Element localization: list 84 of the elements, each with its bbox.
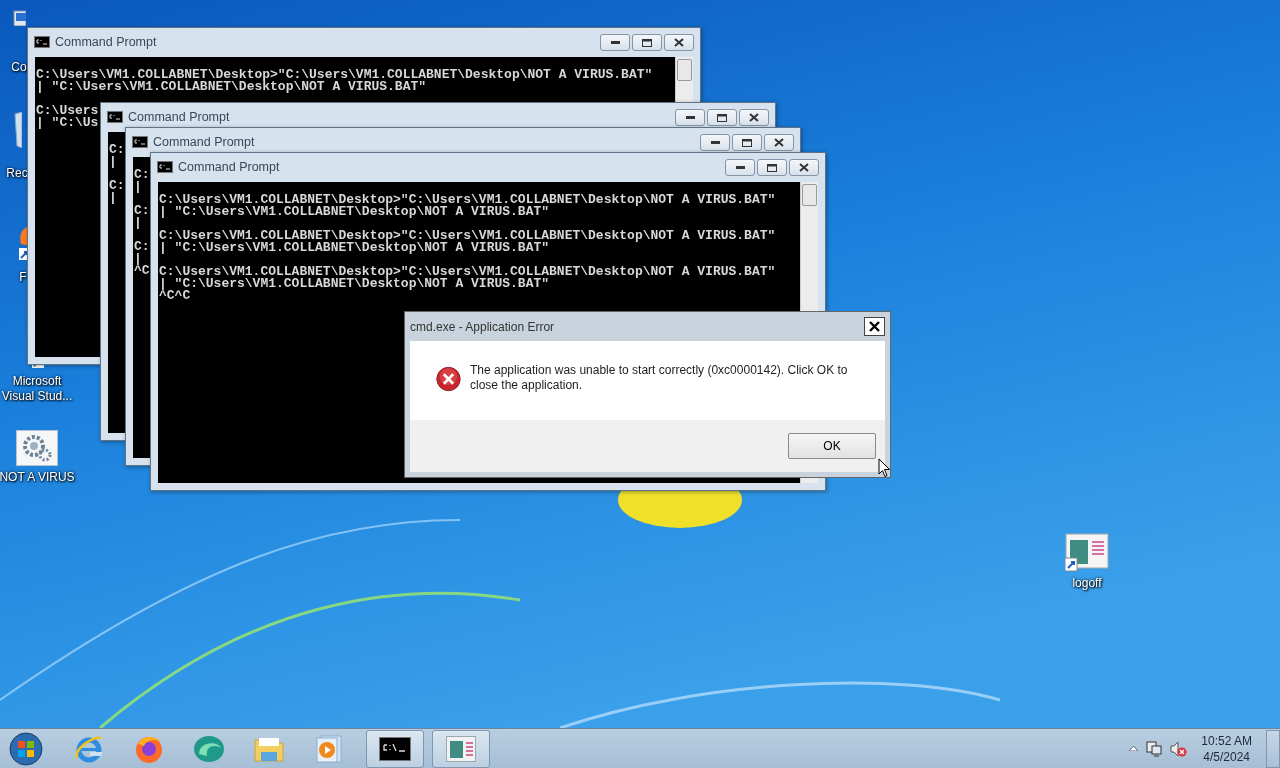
- console-line: |: [134, 217, 142, 229]
- console-line: C:\Users\VM1.COLLABNET\Desktop>"C:\Users\VM1.COLLABNET\Desktop\NOT A VIRUS.BAT": [159, 194, 776, 206]
- console-line: | "C:\Users\VM1.COLLABNET\Desktop\NOT A VIRUS.BAT": [36, 81, 427, 93]
- console-line: C:: [109, 144, 125, 156]
- desktop-icon-label[interactable]: logoff: [1072, 576, 1102, 591]
- minimize-button[interactable]: [700, 134, 730, 151]
- minimize-icon: [735, 166, 745, 169]
- maximize-button[interactable]: [757, 159, 787, 176]
- window-title: Command Prompt: [55, 34, 158, 49]
- dialog-title: cmd.exe - Application Error: [410, 319, 555, 334]
- console-line: C:\Users: [36, 105, 99, 117]
- error-message: The application was unable to start correctly (0xc0000142). Click OK to close the application.: [470, 363, 849, 393]
- gear-icon: [16, 430, 58, 466]
- console-line: |: [134, 253, 142, 265]
- console-line: C:: [134, 169, 150, 181]
- console-icon: [107, 110, 123, 123]
- clock[interactable]: 10:52 AM 4/5/2024: [1195, 732, 1258, 765]
- caret-icon: [1129, 746, 1139, 751]
- window-title: Command Prompt: [153, 134, 256, 149]
- pointer-icon: [878, 458, 891, 478]
- close-button[interactable]: [664, 34, 694, 51]
- network-button[interactable]: [1146, 740, 1163, 757]
- start-orb-icon: [9, 731, 43, 766]
- close-button[interactable]: [864, 317, 885, 336]
- maximize-button[interactable]: [707, 109, 737, 126]
- console-line: | "C:\Users\VM1.COLLABNET\Desktop\NOT A VIRUS.BAT": [159, 242, 550, 254]
- maximize-button[interactable]: [632, 34, 662, 51]
- console-line: C:: [134, 205, 150, 217]
- desktop-icon-label[interactable]: Rec: [6, 166, 28, 181]
- console-line: ^C: [134, 265, 150, 277]
- window-title: Command Prompt: [178, 159, 281, 174]
- console-line: ^C^C: [159, 290, 191, 302]
- swirl-icon: [193, 733, 225, 764]
- desktop-icon-label[interactable]: NOT A VIRUS: [0, 470, 75, 485]
- network-icon: [1146, 740, 1163, 757]
- play-icon: [315, 733, 343, 764]
- volume-button[interactable]: [1170, 740, 1188, 757]
- minimize-button[interactable]: [725, 159, 755, 176]
- window-title: Command Prompt: [128, 109, 231, 124]
- recycle-bin-icon: [12, 112, 22, 148]
- console-line: |: [109, 156, 117, 168]
- desktop-icon-label[interactable]: F: [19, 270, 27, 285]
- computer-icon: [12, 10, 26, 26]
- close-button[interactable]: [789, 159, 819, 176]
- close-icon: [674, 38, 684, 47]
- close-button[interactable]: [739, 109, 769, 126]
- console-line: C:: [134, 241, 150, 253]
- show-hidden-icons-button[interactable]: [1129, 746, 1139, 751]
- close-button[interactable]: [764, 134, 794, 151]
- close-icon: [774, 138, 784, 147]
- console-line: C:: [109, 180, 125, 192]
- maximize-icon: [742, 138, 752, 147]
- minimize-icon: [610, 41, 620, 44]
- console-line: C:\Users\VM1.COLLABNET\Desktop>"C:\Users\VM1.COLLABNET\Desktop\NOT A VIRUS.BAT": [159, 230, 776, 242]
- minimize-icon: [685, 116, 695, 119]
- maximize-button[interactable]: [732, 134, 762, 151]
- window-icon: [446, 735, 476, 762]
- minimize-icon: [710, 141, 720, 144]
- console-line: | "C:\Us: [36, 117, 99, 129]
- console-icon: [34, 35, 50, 48]
- close-icon: [869, 321, 880, 332]
- desktop-icon-label[interactable]: Co: [11, 60, 27, 75]
- console-line: |: [109, 192, 117, 204]
- console-icon: [132, 135, 148, 148]
- taskbar-button[interactable]: [366, 729, 424, 768]
- browser-icon: [74, 733, 104, 764]
- ok-button[interactable]: OK: [788, 433, 876, 459]
- console-line: | "C:\Users\VM1.COLLABNET\Desktop\NOT A VIRUS.BAT": [159, 206, 550, 218]
- maximize-icon: [767, 163, 777, 172]
- console-line: C:\Users\VM1.COLLABNET\Desktop>"C:\Users\VM1.COLLABNET\Desktop\NOT A VIRUS.BAT": [159, 266, 776, 278]
- minimize-button[interactable]: [675, 109, 705, 126]
- console-line: |: [134, 181, 142, 193]
- close-icon: [799, 163, 809, 172]
- maximize-icon: [717, 113, 727, 122]
- minimize-button[interactable]: [600, 34, 630, 51]
- shortcut-window-icon: [1065, 532, 1109, 572]
- console-icon: [157, 160, 173, 173]
- console-line: C:\Users\VM1.COLLABNET\Desktop>"C:\Users\VM1.COLLABNET\Desktop\NOT A VIRUS.BAT": [36, 69, 653, 81]
- console-icon: [379, 736, 411, 761]
- maximize-icon: [642, 38, 652, 47]
- desktop-icon-label[interactable]: Microsoft Visual Stud...: [0, 374, 74, 404]
- close-icon: [749, 113, 759, 122]
- muted-speaker-icon: [1170, 740, 1188, 757]
- console-line: | "C:\Users\VM1.COLLABNET\Desktop\NOT A VIRUS.BAT": [159, 278, 550, 290]
